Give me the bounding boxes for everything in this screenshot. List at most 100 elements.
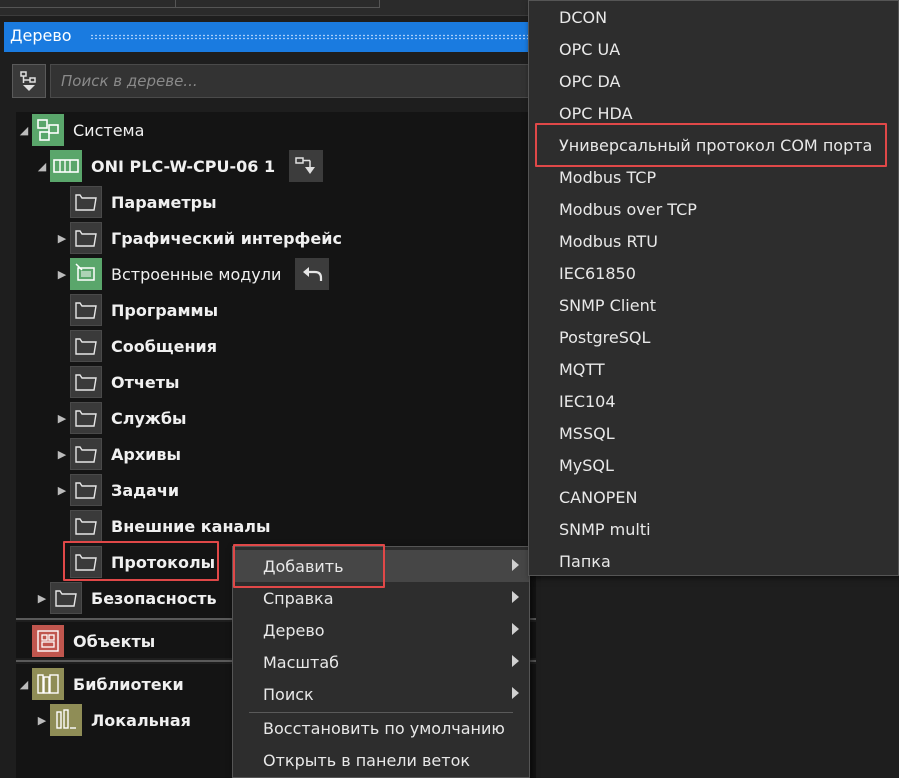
menu-item-label: Восстановить по умолчанию bbox=[263, 718, 505, 738]
tree-node-label: Программы bbox=[111, 300, 219, 320]
tree-node-plc[interactable]: ◢ ONI PLC-W-CPU-06 1 bbox=[34, 149, 324, 183]
menu-item-label: Открыть в панели веток bbox=[263, 750, 471, 770]
submenu-item-label: OPC UA bbox=[559, 39, 621, 59]
tree-node-tasks[interactable]: ▶ Задачи bbox=[54, 473, 179, 507]
collapsed-arrow-icon[interactable]: ▶ bbox=[54, 221, 70, 255]
submenu-item-label: Modbus RTU bbox=[559, 231, 658, 251]
tree-filter-button[interactable] bbox=[12, 64, 46, 98]
submenu-item-opc-da[interactable]: OPC DA bbox=[529, 65, 898, 97]
tree-filter-icon bbox=[20, 71, 36, 91]
menu-item-label: Масштаб bbox=[263, 652, 340, 672]
submenu-item-iec104[interactable]: IEC104 bbox=[529, 385, 898, 417]
menu-item-tree[interactable]: Дерево bbox=[233, 614, 529, 646]
submenu-item-label: Папка bbox=[559, 551, 611, 571]
system-icon bbox=[32, 114, 64, 146]
submenu-item-postgresql[interactable]: PostgreSQL bbox=[529, 321, 898, 353]
deploy-icon bbox=[295, 157, 316, 174]
tree-node-external-channels[interactable]: Внешние каналы bbox=[54, 509, 270, 543]
submenu-item-label: Modbus over TCP bbox=[559, 199, 697, 219]
submenu-item-label: Modbus TCP bbox=[559, 167, 657, 187]
tree-node-label: Встроенные модули bbox=[111, 264, 282, 284]
collapsed-arrow-icon[interactable]: ▶ bbox=[54, 401, 70, 435]
submenu-item-folder[interactable]: Папка bbox=[529, 545, 898, 577]
submenu-item-modbus-over-tcp[interactable]: Modbus over TCP bbox=[529, 193, 898, 225]
submenu-item-opc-ua[interactable]: OPC UA bbox=[529, 33, 898, 65]
tree-node-label: Задачи bbox=[111, 480, 180, 500]
undo-button[interactable] bbox=[295, 258, 330, 290]
submenu-item-label: PostgreSQL bbox=[559, 327, 651, 347]
tree-node-gui[interactable]: ▶ Графический интерфейс bbox=[54, 221, 342, 255]
libraries-icon bbox=[32, 668, 64, 700]
folder-icon bbox=[70, 474, 102, 506]
folder-icon bbox=[70, 438, 102, 470]
tree-node-label: Объекты bbox=[73, 631, 156, 651]
tree-node-objects[interactable]: Объекты bbox=[16, 624, 155, 658]
tree-node-label: Сообщения bbox=[111, 336, 217, 356]
menu-item-label: Поиск bbox=[263, 684, 314, 704]
tree-node-archives[interactable]: ▶ Архивы bbox=[54, 437, 181, 471]
submenu-item-label: MSSQL bbox=[559, 423, 615, 443]
submenu-arrow-icon bbox=[512, 687, 519, 699]
tree-node-local[interactable]: ▶ Локальная bbox=[34, 703, 191, 737]
folder-icon bbox=[70, 222, 102, 254]
folder-icon bbox=[70, 402, 102, 434]
submenu-item-label: IEC61850 bbox=[559, 263, 636, 283]
tree-node-messages[interactable]: Сообщения bbox=[54, 329, 217, 363]
submenu-arrow-icon bbox=[512, 591, 519, 603]
tree-node-parameters[interactable]: Параметры bbox=[54, 185, 217, 219]
deploy-button[interactable] bbox=[289, 150, 324, 182]
submenu-item-iec61850[interactable]: IEC61850 bbox=[529, 257, 898, 289]
expand-arrow-icon[interactable]: ◢ bbox=[34, 149, 50, 183]
menu-item-restore-defaults[interactable]: Восстановить по умолчанию bbox=[233, 712, 529, 744]
collapsed-arrow-icon[interactable]: ▶ bbox=[54, 257, 70, 291]
collapsed-arrow-icon[interactable]: ▶ bbox=[34, 581, 50, 615]
menu-item-scale[interactable]: Масштаб bbox=[233, 646, 529, 678]
submenu-item-label: DCON bbox=[559, 7, 608, 27]
submenu-item-mqtt[interactable]: MQTT bbox=[529, 353, 898, 385]
submenu-item-modbus-rtu[interactable]: Modbus RTU bbox=[529, 225, 898, 257]
submenu-arrow-icon bbox=[512, 623, 519, 635]
menu-item-label: Справка bbox=[263, 588, 334, 608]
local-library-icon bbox=[50, 704, 82, 736]
submenu-item-dcon[interactable]: DCON bbox=[529, 1, 898, 33]
collapsed-arrow-icon[interactable]: ▶ bbox=[34, 703, 50, 737]
tree-node-security[interactable]: ▶ Безопасность bbox=[34, 581, 217, 615]
collapsed-arrow-icon[interactable]: ▶ bbox=[54, 473, 70, 507]
submenu-item-label: MySQL bbox=[559, 455, 614, 475]
submenu-item-label: MQTT bbox=[559, 359, 605, 379]
submenu-item-label: IEC104 bbox=[559, 391, 616, 411]
submenu-item-canopen[interactable]: CANOPEN bbox=[529, 481, 898, 513]
tree-node-services[interactable]: ▶ Службы bbox=[54, 401, 186, 435]
tree-node-label: Отчеты bbox=[111, 372, 180, 392]
submenu-item-mssql[interactable]: MSSQL bbox=[529, 417, 898, 449]
folder-icon bbox=[70, 330, 102, 362]
menu-item-open-in-branch-panel[interactable]: Открыть в панели веток bbox=[233, 744, 529, 776]
tree-node-label: Локальная bbox=[91, 710, 191, 730]
tree-node-libraries[interactable]: ◢ Библиотеки bbox=[16, 667, 184, 701]
modules-icon bbox=[70, 258, 102, 290]
tree-node-label: Безопасность bbox=[91, 588, 217, 608]
submenu-item-label: SNMP multi bbox=[559, 519, 651, 539]
objects-icon bbox=[32, 625, 64, 657]
drag-grip[interactable] bbox=[90, 34, 558, 40]
expand-arrow-icon[interactable]: ◢ bbox=[16, 667, 32, 701]
submenu-item-mysql[interactable]: MySQL bbox=[529, 449, 898, 481]
tree-node-builtin-modules[interactable]: ▶ Встроенные модули bbox=[54, 257, 330, 291]
menu-item-search[interactable]: Поиск bbox=[233, 678, 529, 710]
submenu-item-snmp-multi[interactable]: SNMP multi bbox=[529, 513, 898, 545]
folder-icon bbox=[50, 582, 82, 614]
tree-node-reports[interactable]: Отчеты bbox=[54, 365, 179, 399]
tree-search-input[interactable] bbox=[50, 64, 570, 98]
folder-icon bbox=[70, 294, 102, 326]
tree-panel-header[interactable]: Дерево bbox=[4, 22, 564, 52]
expand-arrow-icon[interactable]: ◢ bbox=[16, 113, 32, 147]
collapsed-arrow-icon[interactable]: ▶ bbox=[54, 437, 70, 471]
panel-title: Дерево bbox=[10, 26, 72, 45]
tree-node-programs[interactable]: Программы bbox=[54, 293, 218, 327]
submenu-item-snmp-client[interactable]: SNMP Client bbox=[529, 289, 898, 321]
tree-node-label: Внешние каналы bbox=[111, 516, 271, 536]
tree-node-system[interactable]: ◢ Система bbox=[16, 113, 144, 147]
submenu-arrow-icon bbox=[512, 655, 519, 667]
menu-item-label: Дерево bbox=[263, 620, 325, 640]
toolbar-segment bbox=[176, 0, 380, 8]
